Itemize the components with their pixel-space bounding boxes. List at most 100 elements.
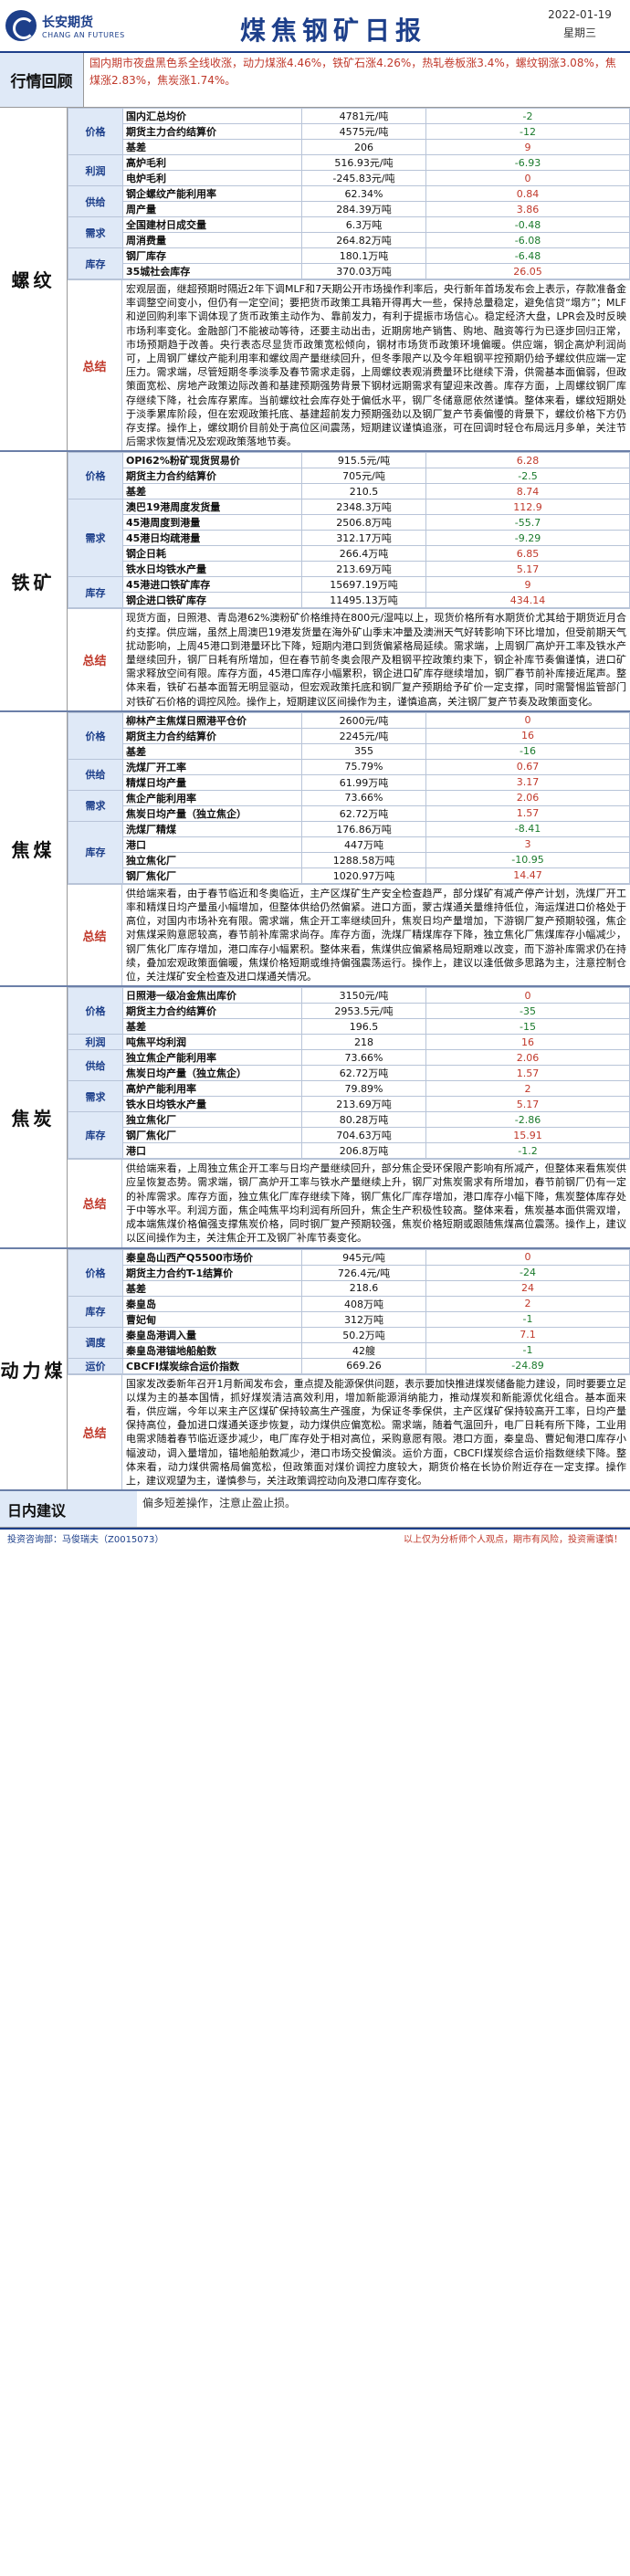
indicator-name: 期货主力合约结算价 bbox=[122, 123, 302, 140]
table-row: 价格 OPI62%粉矿现货贸易价 915.5元/吨 6.28 bbox=[68, 452, 630, 500]
indicator-value: 266.4万吨 bbox=[301, 545, 426, 563]
indicator-value: 264.82万吨 bbox=[301, 232, 426, 248]
indicator-value: 176.86万吨 bbox=[301, 820, 426, 837]
indicator-value: 2506.8万吨 bbox=[301, 514, 426, 531]
table-row: 供给 洗煤厂开工率 75.79% 0.67 bbox=[68, 758, 630, 791]
table-row: 价格 柳林产主焦煤日照港平仓价 2600元/吨 0 bbox=[68, 711, 630, 760]
indicator-change: 6.85 bbox=[425, 545, 630, 563]
indicator-name: 秦皇岛 bbox=[122, 1295, 302, 1312]
table-row: 基差 218.6 24 bbox=[68, 1279, 630, 1297]
indicator-change: 2 bbox=[425, 1080, 630, 1098]
indicator-value: 206.8万吨 bbox=[301, 1142, 426, 1160]
indicator-change: 5.17 bbox=[425, 1096, 630, 1113]
summary-label: 总结 bbox=[68, 1160, 122, 1247]
indicator-value: 80.28万吨 bbox=[301, 1111, 426, 1129]
market-review-text: 国内期市夜盘黑色系全线收涨，动力煤涨4.46%，铁矿石涨4.26%，热轧卷板涨3… bbox=[89, 57, 616, 87]
indicator-value: 218 bbox=[301, 1034, 426, 1051]
section-name: 焦炭 bbox=[0, 987, 68, 1247]
table-row: 焦炭日均产量（独立焦企） 62.72万吨 1.57 bbox=[68, 804, 630, 822]
indicator-change: -1 bbox=[425, 1341, 630, 1359]
section-summary: 总结 宏观层面，继超预期时隔近2年下调MLF和7天期公开市场操作利率后，央行新年首… bbox=[68, 279, 630, 451]
indicator-value: 2600元/吨 bbox=[301, 711, 426, 729]
indicator-name: 独立焦化厂 bbox=[122, 1111, 302, 1129]
indicator-change: -1 bbox=[425, 1310, 630, 1328]
table-row: 库存 洗煤厂精煤 176.86万吨 -8.41 bbox=[68, 820, 630, 884]
summary-text: 供给端来看，上周独立焦企开工率与日均产量继续回升，部分焦企受环保限产影响有所减产… bbox=[126, 1162, 626, 1245]
indicator-table: 价格 秦皇岛山西产Q5500市场价 945元/吨 0 期货主力合约T-1结算价 726.4… bbox=[68, 1248, 630, 1374]
indicator-value: 218.6 bbox=[301, 1279, 426, 1297]
report-header: 长安期货 CHANG AN FUTURES 煤焦钢矿日报 2022-01-19 … bbox=[0, 0, 630, 53]
indicator-change: 2.06 bbox=[425, 789, 630, 806]
indicator-value: 355 bbox=[301, 742, 426, 760]
table-row: 需求 焦企产能利用率 73.66% 2.06 bbox=[68, 789, 630, 822]
indicator-name: 周消费量 bbox=[122, 232, 302, 248]
summary-label: 总结 bbox=[68, 1374, 122, 1490]
indicator-value: 50.2万吨 bbox=[301, 1326, 426, 1343]
indicator-name: 钢厂库存 bbox=[122, 247, 302, 264]
indicator-change: 0 bbox=[425, 987, 630, 1004]
table-row: 需求 全国建材日成交量 6.3万吨 -0.48 bbox=[68, 216, 630, 248]
indicator-value: 4575元/吨 bbox=[301, 123, 426, 140]
table-row: 港口 206.8万吨 -1.2 bbox=[68, 1142, 630, 1160]
indicator-name: 秦皇岛山西产Q5500市场价 bbox=[122, 1248, 302, 1266]
table-row: 库存 钢厂库存 180.1万吨 -6.48 bbox=[68, 247, 630, 279]
indicator-change: -24 bbox=[425, 1264, 630, 1281]
row-category: 利润 bbox=[68, 1034, 123, 1051]
table-row: 期货主力合约结算价 2953.5元/吨 -35 bbox=[68, 1003, 630, 1020]
indicator-name: 洗煤厂开工率 bbox=[122, 758, 302, 775]
indicator-change: 2 bbox=[425, 1295, 630, 1312]
indicator-change: 16 bbox=[425, 1034, 630, 1051]
indicator-value: 1020.97万吨 bbox=[301, 867, 426, 884]
table-row: 钢厂焦化厂 704.63万吨 15.91 bbox=[68, 1127, 630, 1144]
row-category: 库存 bbox=[68, 1111, 123, 1160]
indicator-value: 726.4元/吨 bbox=[301, 1264, 426, 1281]
market-review-label: 行情回顾 bbox=[0, 53, 84, 107]
section-summary: 总结 供给端来看，上周独立焦企开工率与日均产量继续回升，部分焦企受环保限产影响有所… bbox=[68, 1159, 630, 1247]
indicator-value: 213.69万吨 bbox=[301, 1096, 426, 1113]
indicator-name: 钢企螺纹产能利用率 bbox=[122, 185, 302, 202]
row-category: 运价 bbox=[68, 1357, 123, 1374]
indicator-table: 价格 OPI62%粉矿现货贸易价 915.5元/吨 6.28 期货主力合约结算价 705元… bbox=[68, 452, 630, 609]
indicator-change: 26.05 bbox=[425, 263, 630, 279]
table-row: 电炉毛利 -245.83元/吨 0 bbox=[68, 170, 630, 186]
indicator-value: 62.72万吨 bbox=[301, 804, 426, 822]
section-2: 焦煤 价格 柳林产主焦煤日照港平仓价 2600元/吨 0 期货主力合约结算价 2245元/吨… bbox=[0, 711, 630, 988]
indicator-change: -2.86 bbox=[425, 1111, 630, 1129]
indicator-table: 价格 柳林产主焦煤日照港平仓价 2600元/吨 0 期货主力合约结算价 2245元/吨 16… bbox=[68, 711, 630, 884]
company-logo: 长安期货 CHANG AN FUTURES bbox=[0, 0, 137, 51]
indicator-value: 11495.13万吨 bbox=[301, 592, 426, 609]
indicator-name: 精煤日均产量 bbox=[122, 773, 302, 791]
daily-report-page: 长安期货 CHANG AN FUTURES 煤焦钢矿日报 2022-01-19 … bbox=[0, 0, 630, 2576]
report-weekday: 星期三 bbox=[562, 26, 596, 39]
footer-disclaimer: 以上仅为分析师个人观点，期市有风险，投资需谨慎！ bbox=[404, 1535, 623, 1546]
indicator-value: 180.1万吨 bbox=[301, 247, 426, 264]
section-name: 螺纹 bbox=[0, 108, 68, 451]
indicator-value: -245.83元/吨 bbox=[301, 170, 426, 186]
table-row: 利润 吨焦平均利润 218 16 bbox=[68, 1034, 630, 1051]
indicator-name: 港口 bbox=[122, 1142, 302, 1160]
indicator-name: 秦皇岛港锚地船舶数 bbox=[122, 1341, 302, 1359]
table-row: 钢厂焦化厂 1020.97万吨 14.47 bbox=[68, 867, 630, 884]
indicator-change: 7.1 bbox=[425, 1326, 630, 1343]
summary-label: 总结 bbox=[68, 280, 122, 451]
indicator-name: 焦炭日均产量（独立焦企） bbox=[122, 804, 302, 822]
indicator-change: -2 bbox=[425, 108, 630, 124]
indicator-change: -0.48 bbox=[425, 216, 630, 233]
row-category: 价格 bbox=[68, 711, 123, 760]
indicator-change: 2.06 bbox=[425, 1049, 630, 1067]
indicator-change: -9.29 bbox=[425, 530, 630, 547]
indicator-value: 42艘 bbox=[301, 1341, 426, 1359]
indicator-name: 国内汇总均价 bbox=[122, 108, 302, 124]
indicator-name: 期货主力合约结算价 bbox=[122, 468, 302, 485]
indicator-name: 基差 bbox=[122, 1018, 302, 1036]
indicator-change: 0.84 bbox=[425, 185, 630, 202]
report-date: 2022-01-19 bbox=[548, 8, 612, 21]
indicator-change: -10.95 bbox=[425, 851, 630, 868]
summary-label: 总结 bbox=[68, 609, 122, 710]
table-row: 利润 高炉毛利 516.93元/吨 -6.93 bbox=[68, 154, 630, 186]
indicator-change: 112.9 bbox=[425, 499, 630, 516]
indicator-name: 柳林产主焦煤日照港平仓价 bbox=[122, 711, 302, 729]
table-row: 价格 国内汇总均价 4781元/吨 -2 bbox=[68, 108, 630, 155]
indicator-name: 独立焦企产能利用率 bbox=[122, 1049, 302, 1067]
market-review: 行情回顾 国内期市夜盘黑色系全线收涨，动力煤涨4.46%，铁矿石涨4.26%，热… bbox=[0, 53, 630, 108]
